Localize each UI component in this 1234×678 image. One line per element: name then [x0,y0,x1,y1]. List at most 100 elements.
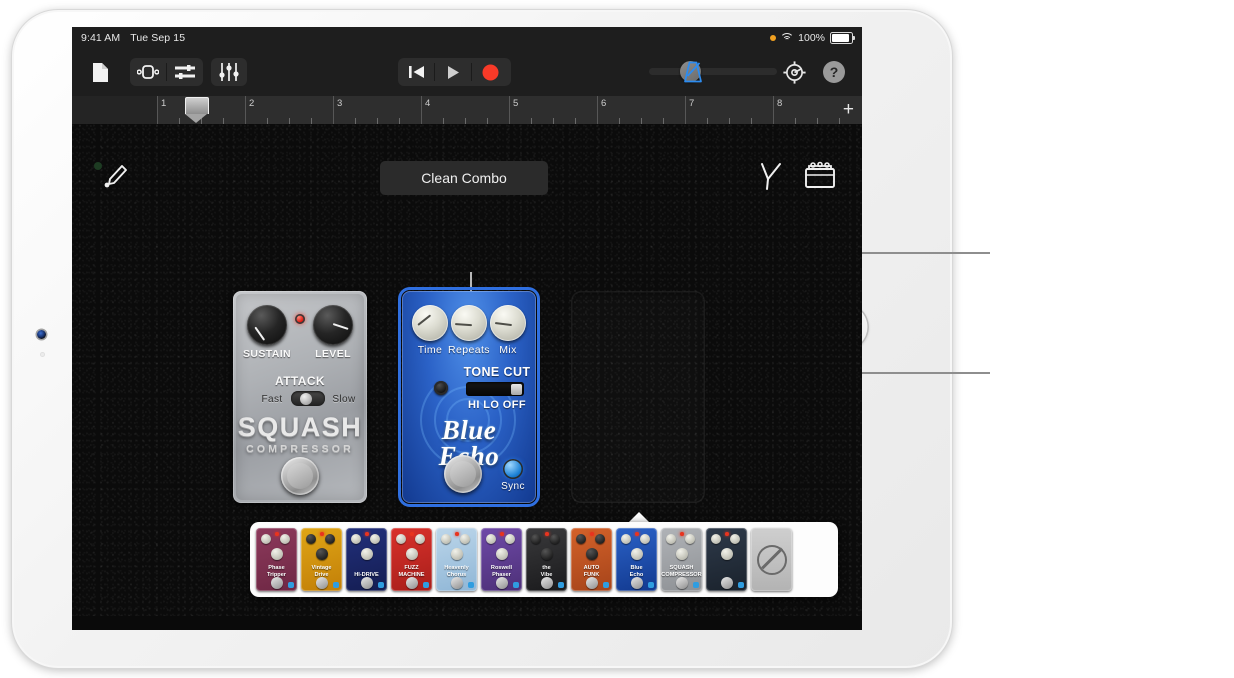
volume-slider[interactable] [649,68,777,75]
browser-pedal-blue-echo[interactable]: Blue Echo [616,528,657,591]
browser-pedal-knob [396,534,406,544]
browser-pedal-knob [460,534,470,544]
browser-pedal-knob [315,548,328,560]
ipad-bezel: 9:41 AM Tue Sep 15 100% ? 1 2 3 4 5 6 7 … [0,0,940,658]
ruler-left-pad [72,96,157,124]
browser-pedal-footswitch [630,577,643,589]
bar-label: 1 [161,98,167,109]
ruler-bars-area[interactable]: 1 2 3 4 5 6 7 8 [157,96,862,124]
browser-pedal-indicator [513,582,519,588]
no-pedal-icon [756,544,787,575]
status-bar: 9:41 AM Tue Sep 15 100% [72,27,862,48]
stage-bottom-edge [72,616,862,630]
ipad-screen: 9:41 AM Tue Sep 15 100% ? 1 2 3 4 5 6 7 … [72,27,862,630]
browser-pedal-led [275,532,279,536]
pedal-blue-echo[interactable]: Time Repeats Mix TONE CUT HI LO OFF Blue… [398,287,540,507]
transport-controls[interactable] [398,58,511,86]
tuning-fork-icon[interactable] [758,162,786,192]
status-dot-icon [94,162,102,170]
browser-pedal-spring-reverb[interactable] [706,528,747,591]
browser-pedal-knob [675,548,688,560]
pedal-browser[interactable]: Phase Tripper Vintage Drive HI-DRIVE FUZZ MACH… [250,522,838,597]
browser-pedal-squash-compressor[interactable]: SQUASH COMPRESSOR [661,528,702,591]
screenshot-root: 9:41 AM Tue Sep 15 100% ? 1 2 3 4 5 6 7 … [0,0,1234,678]
browser-pedal-phase-tripper[interactable]: Phase Tripper [256,528,297,591]
browser-pedal-roswell-phaser[interactable]: Roswell Phaser [481,528,522,591]
footswitch-blue-echo[interactable] [444,455,482,493]
rewind-to-start-icon[interactable] [398,58,434,86]
tone-cut-switch[interactable] [466,382,524,396]
browser-pedal-knob [540,548,553,560]
record-icon[interactable] [472,58,508,86]
browser-pedal-knob [621,534,631,544]
browser-pedal-knob [640,534,650,544]
browser-pedal-knob [325,534,335,544]
footswitch-squash[interactable] [281,457,319,495]
browser-pedal-led [365,532,369,536]
browser-pedal-vintage-drive[interactable]: Vintage Drive [301,528,342,591]
metronome-icon[interactable] [679,58,707,86]
knob-sustain[interactable] [247,305,287,345]
browser-pedal-knob [441,534,451,544]
browser-pedal-footswitch [360,577,373,589]
browser-pedal-knob [280,534,290,544]
amp-icon[interactable] [804,160,838,192]
view-toggle-group[interactable] [130,58,203,86]
timeline-ruler[interactable]: 1 2 3 4 5 6 7 8 + [72,96,862,124]
knob-level[interactable] [313,305,353,345]
wifi-icon [780,33,795,42]
browser-pedal-footswitch [495,577,508,589]
sync-led-icon[interactable] [503,459,523,479]
switch-option-fast: Fast [261,394,283,405]
browser-pedal-footswitch [315,577,328,589]
preset-name-chip[interactable]: Clean Combo [380,161,548,195]
browser-pedal-knob [720,548,733,560]
browser-pedal-indicator [468,582,474,588]
add-section-button[interactable]: + [843,100,854,119]
play-icon[interactable] [435,58,471,86]
knob-mix[interactable] [490,305,526,341]
help-icon[interactable]: ? [820,58,848,86]
bar-label: 3 [337,98,343,109]
browser-pedal-none[interactable] [751,528,792,591]
browser-pedal-knob [576,534,586,544]
browser-pedal-hi-drive-treble-boost[interactable]: HI-DRIVE [346,528,387,591]
gear-icon[interactable] [780,58,808,86]
browser-pedal-led [320,532,324,536]
loop-browser-icon[interactable] [130,58,166,86]
browser-pedal-knob [360,548,373,560]
browser-pedal-indicator [333,582,339,588]
knob-label-level: LEVEL [315,348,351,360]
browser-pedal-the-vibe[interactable]: the Vibe [526,528,567,591]
empty-pedal-slot[interactable] [571,291,705,503]
switch-options-tone-cut: HI LO OFF [468,399,526,411]
browser-pedal-knob [531,534,541,544]
settings-sliders-icon[interactable] [211,58,247,86]
battery-full-icon [830,31,855,44]
pedal-title-squash: SQUASH [237,412,363,442]
switch-option-slow: Slow [332,394,356,405]
browser-pedal-auto-funk[interactable]: AUTO FUNK [571,528,612,591]
browser-pedal-footswitch [450,577,463,589]
bar-label: 8 [777,98,783,109]
playhead[interactable] [185,97,209,123]
browser-pedal-heavenly-chorus[interactable]: Heavenly Chorus [436,528,477,591]
document-icon[interactable] [86,58,114,86]
battery-percent: 100% [798,31,825,44]
browser-pedal-footswitch [270,577,283,589]
pedal-browser-strip[interactable]: Phase Tripper Vintage Drive HI-DRIVE FUZZ MACH… [256,528,832,591]
browser-pedal-fuzz-machine[interactable]: FUZZ MACHINE [391,528,432,591]
browser-pedal-knob [306,534,316,544]
knob-time[interactable] [412,305,448,341]
front-camera-icon [37,330,46,339]
browser-pedal-knob [505,534,515,544]
orange-dot-icon [770,34,777,41]
cable-pen-icon[interactable] [102,164,130,192]
track-view-icon[interactable] [167,58,203,86]
knob-repeats[interactable] [451,305,487,341]
pedal-squash-compressor[interactable]: SUSTAIN LEVEL ATTACK Fast Slow SQUASH CO… [233,291,367,503]
browser-pedal-led [410,532,414,536]
attack-toggle[interactable] [291,391,325,406]
browser-pedal-indicator [603,582,609,588]
browser-pedal-knob [666,534,676,544]
